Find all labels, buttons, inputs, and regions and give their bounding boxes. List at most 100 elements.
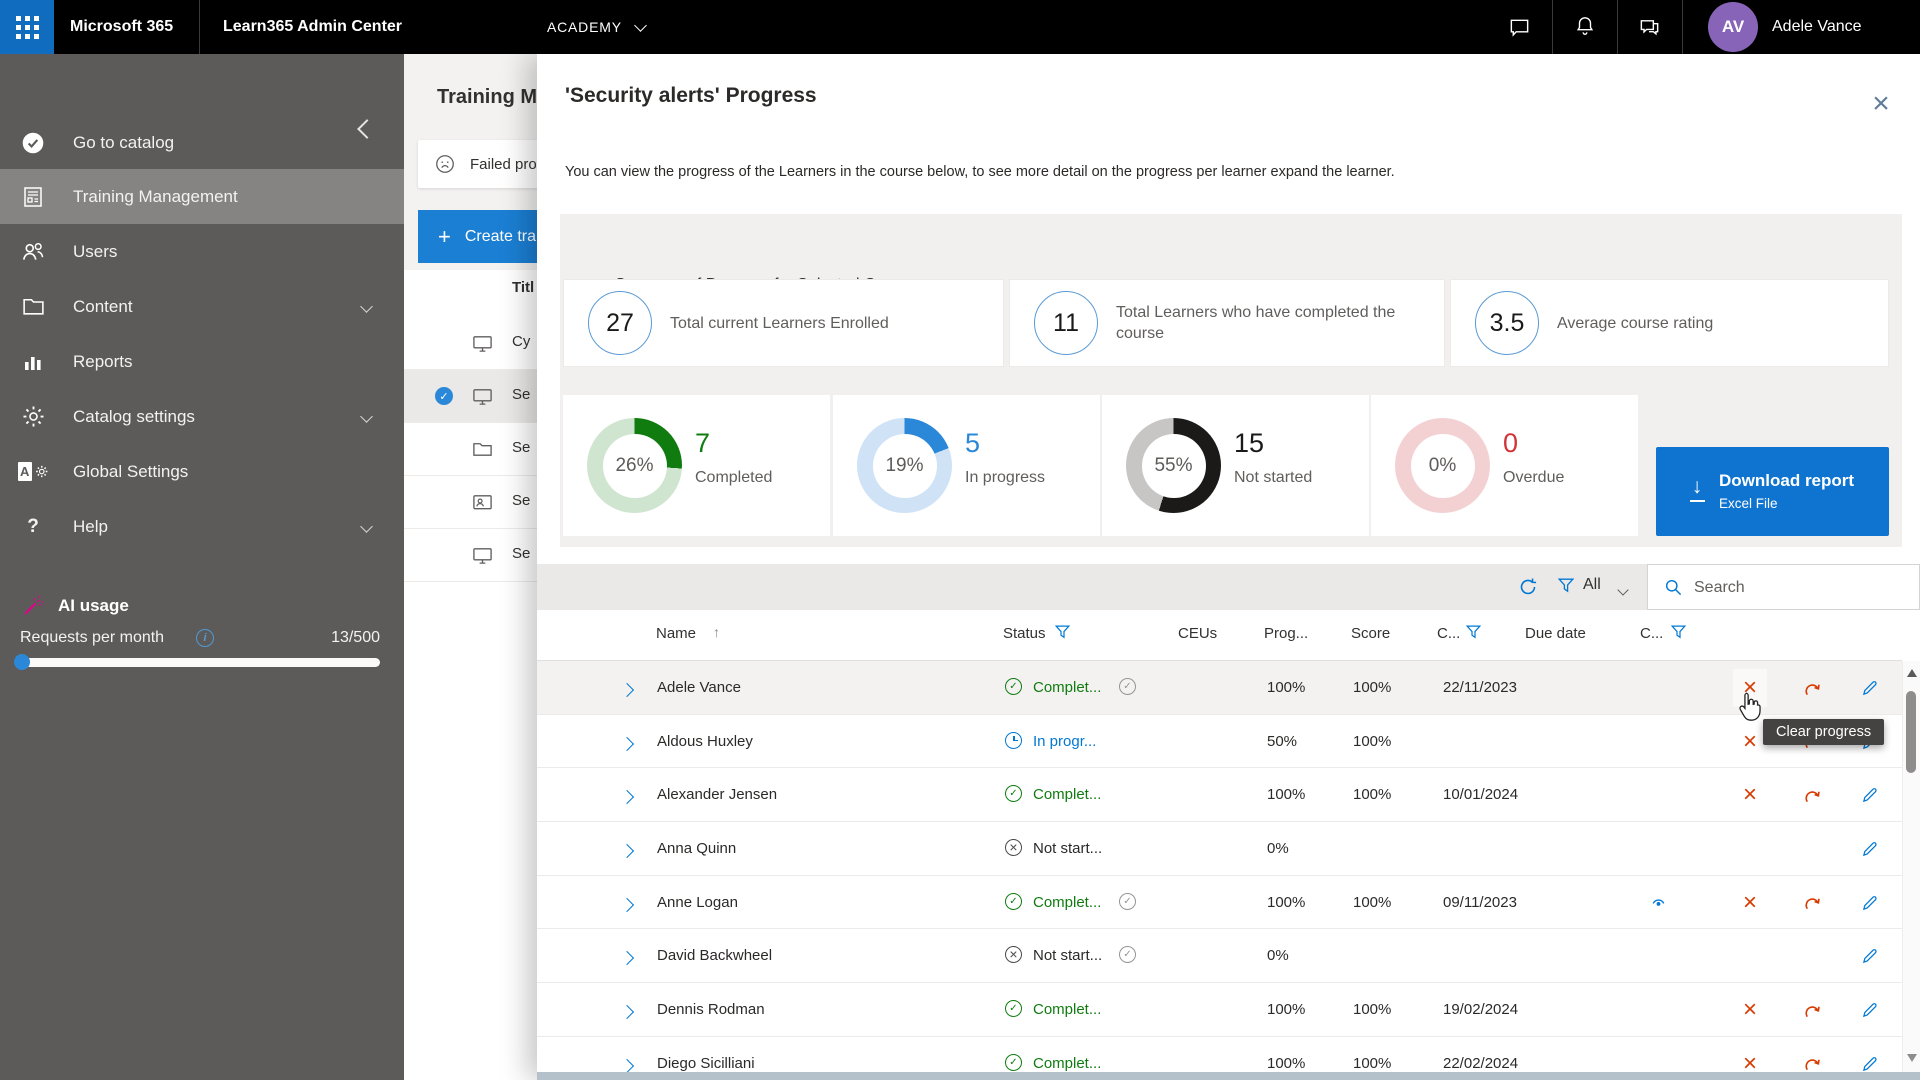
sidebar-item-training-management[interactable]: Training Management [0, 169, 404, 224]
user-name[interactable]: Adele Vance [1772, 0, 1862, 54]
table-row[interactable]: Adele Vance Complet... ✓ 100% 100% 22/11… [537, 661, 1902, 715]
app-title[interactable]: Learn365 Admin Center [223, 0, 402, 54]
microsoft-365-link[interactable]: Microsoft 365 [70, 0, 173, 54]
training-row[interactable]: Se [404, 476, 554, 529]
completion-date: 22/11/2023 [1443, 679, 1517, 696]
column-ceus[interactable]: CEUs [1178, 625, 1217, 642]
sidebar-item-catalog-settings[interactable]: Catalog settings [0, 389, 404, 444]
training-row[interactable]: Se [404, 423, 554, 476]
users-icon [18, 239, 48, 265]
table-row[interactable]: David Backwheel Not start... ✓ 0% × [537, 929, 1902, 983]
retake-course-button[interactable] [1795, 776, 1829, 814]
learner-table: Adele Vance Complet... ✓ 100% 100% 22/11… [537, 661, 1902, 1072]
notifications-bell-icon[interactable] [1574, 15, 1598, 39]
chat-icon[interactable] [1508, 16, 1532, 40]
table-row[interactable]: Anne Logan Complet... ✓ 100% 100% 09/11/… [537, 876, 1902, 930]
edit-button[interactable] [1853, 669, 1887, 707]
training-row[interactable]: Cy [404, 317, 554, 370]
edit-button[interactable] [1853, 830, 1887, 868]
edit-button[interactable] [1853, 991, 1887, 1029]
info-icon[interactable]: i [196, 629, 214, 647]
expand-row-icon[interactable] [622, 950, 632, 968]
progress-value: 100% [1267, 894, 1305, 911]
sidebar-item-users[interactable]: Users [0, 224, 404, 279]
expand-row-icon[interactable] [622, 1058, 632, 1072]
clear-progress-button[interactable]: × [1733, 723, 1767, 761]
completion-date: 10/01/2024 [1443, 786, 1518, 803]
expand-row-icon[interactable] [622, 682, 632, 700]
table-row[interactable]: Dennis Rodman Complet... ✓ 100% 100% 19/… [537, 983, 1902, 1037]
clear-progress-button[interactable]: × [1733, 1045, 1767, 1072]
expand-row-icon[interactable] [622, 1004, 632, 1022]
score-value: 100% [1353, 1001, 1391, 1018]
column-progress[interactable]: Prog... [1264, 625, 1308, 642]
sort-ascending-icon: ↑ [713, 624, 720, 640]
expand-row-icon[interactable] [622, 897, 632, 915]
expand-row-icon[interactable] [622, 789, 632, 807]
column-score[interactable]: Score [1351, 625, 1390, 642]
edit-button[interactable] [1853, 937, 1887, 975]
table-row[interactable]: Diego Sicilliani Complet... ✓ 100% 100% … [537, 1037, 1902, 1072]
search-box [1647, 564, 1920, 610]
retake-course-button[interactable] [1795, 669, 1829, 707]
clear-progress-button[interactable]: × [1733, 991, 1767, 1029]
expand-row-icon[interactable] [622, 736, 632, 754]
sidebar-item-ai-usage[interactable]: AI usage [0, 578, 404, 633]
edit-button[interactable] [1853, 884, 1887, 922]
table-row[interactable]: Aldous Huxley In progr... ✓ 50% 100% × [537, 715, 1902, 769]
filter-icon[interactable] [1558, 578, 1574, 593]
column-name[interactable]: Name [656, 625, 696, 642]
search-input[interactable] [1692, 573, 1906, 603]
clear-progress-button[interactable]: × [1733, 884, 1767, 922]
edit-button[interactable] [1853, 776, 1887, 814]
scroll-up-icon[interactable] [1907, 669, 1917, 677]
retake-course-button[interactable] [1795, 991, 1829, 1029]
refresh-icon[interactable] [1518, 577, 1538, 597]
stat-value: 3.5 [1475, 291, 1539, 355]
horizontal-scrollbar[interactable] [537, 1072, 1920, 1080]
scrollbar-thumb[interactable] [1906, 691, 1916, 773]
filter-dropdown-chevron-icon[interactable] [1619, 581, 1627, 599]
sidebar-item-help[interactable]: ? Help [0, 499, 404, 554]
status-filter-icon[interactable] [1055, 625, 1070, 639]
completed-filter-icon[interactable] [1466, 625, 1481, 639]
training-row-selected[interactable]: ✓ Se [404, 370, 554, 423]
feedback-icon[interactable] [1638, 16, 1662, 40]
folder-icon [472, 439, 493, 459]
retake-course-button[interactable] [1795, 884, 1829, 922]
column-certificate[interactable]: C... [1640, 625, 1663, 642]
download-report-button[interactable]: ↓ Download report Excel File [1656, 447, 1889, 536]
progress-value: 100% [1267, 786, 1305, 803]
learner-name: Adele Vance [657, 679, 741, 696]
avatar[interactable]: AV [1708, 2, 1758, 52]
sidebar-item-global-settings[interactable]: A Global Settings [0, 444, 404, 499]
app-launcher-button[interactable] [0, 0, 54, 54]
column-due-date[interactable]: Due date [1525, 625, 1586, 642]
close-icon[interactable]: × [1865, 88, 1897, 120]
divider [1682, 0, 1683, 54]
table-scrollbar[interactable] [1902, 661, 1920, 1072]
filter-value[interactable]: All [1583, 576, 1601, 594]
retake-course-button[interactable] [1795, 1045, 1829, 1072]
status-icon [1005, 1054, 1022, 1071]
column-status[interactable]: Status [1003, 625, 1046, 642]
scroll-down-icon[interactable] [1907, 1054, 1917, 1062]
tenant-name: ACADEMY [547, 19, 622, 35]
expand-row-icon[interactable] [622, 843, 632, 861]
certificate-filter-icon[interactable] [1671, 625, 1686, 639]
tenant-dropdown[interactable]: ACADEMY [547, 0, 645, 54]
sidebar-item-reports[interactable]: Reports [0, 334, 404, 389]
sidebar-item-go-to-catalog[interactable]: Go to catalog [0, 115, 404, 170]
sidebar-item-content[interactable]: Content [0, 279, 404, 334]
overdue-count: 0 [1503, 428, 1518, 459]
table-row[interactable]: Alexander Jensen Complet... ✓ 100% 100% … [537, 768, 1902, 822]
table-row[interactable]: Anna Quinn Not start... ✓ 0% × [537, 822, 1902, 876]
view-certificate-icon[interactable] [1649, 893, 1668, 912]
edit-button[interactable] [1853, 1045, 1887, 1072]
column-completed[interactable]: C... [1437, 625, 1460, 642]
download-report-label: Download report [1719, 471, 1854, 491]
clear-progress-button[interactable]: × [1733, 776, 1767, 814]
training-management-page: Training M Failed pro + Create tra Titl … [404, 54, 554, 1080]
selected-check-icon[interactable]: ✓ [435, 387, 453, 405]
training-row[interactable]: Se [404, 529, 554, 582]
